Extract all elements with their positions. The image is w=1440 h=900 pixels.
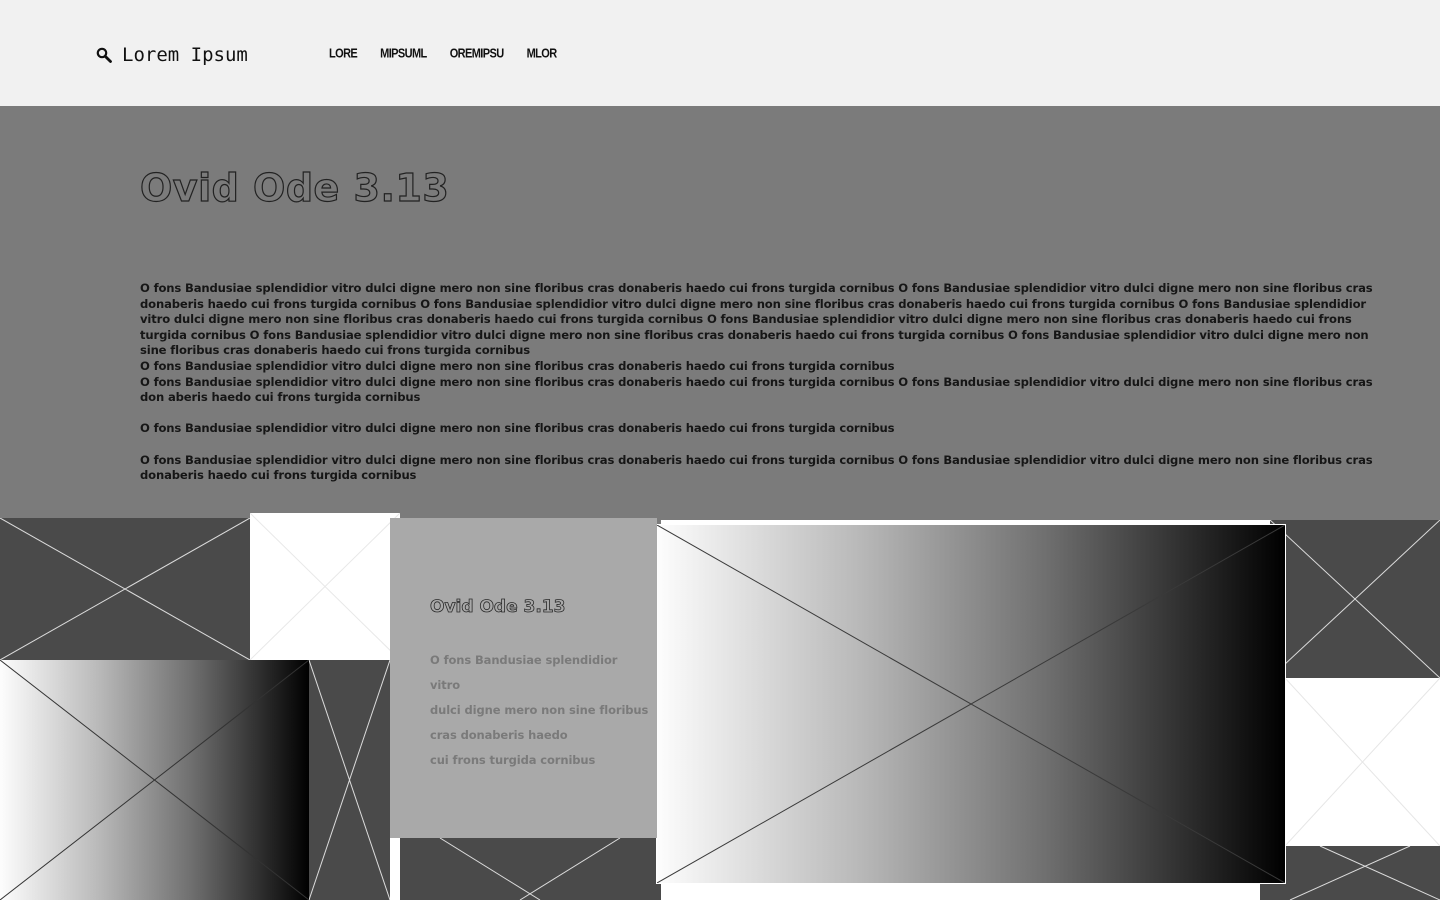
content-card: Ovid Ode 3.13 O fons Bandusiae splendidi… [390,518,657,838]
logo[interactable]: Lorem Ipsum [96,42,248,68]
image-placeholder [1260,846,1440,900]
image-placeholder [0,660,309,900]
divider [390,838,400,900]
nav-item-mipsuml[interactable]: MIPSUML [380,47,427,61]
main-nav: LORE MIPSUML OREMIPSU MLOR [329,47,558,61]
logo-text: Lorem Ipsum [122,44,248,66]
top-header: Lorem Ipsum LORE MIPSUML OREMIPSU MLOR [0,0,1440,106]
hero-paragraph: O fons Bandusiae splendidior vitro dulci… [140,421,895,436]
hero-paragraph: O fons Bandusiae splendidior vitro dulci… [140,281,1373,358]
search-icon [96,47,112,63]
image-placeholder [250,513,400,660]
nav-item-oremipsu[interactable]: OREMIPSU [450,47,504,61]
hero-paragraph: O fons Bandusiae splendidior vitro dulci… [140,452,1373,483]
image-placeholder [1285,678,1440,846]
card-title: Ovid Ode 3.13 [430,597,566,618]
hero-section: Ovid Ode 3.13 O fons Bandusiae splendidi… [0,106,1440,520]
hero-title: Ovid Ode 3.13 [139,165,450,210]
hero-paragraph: O fons Bandusiae splendidior vitro dulci… [140,358,895,373]
card-text: O fons Bandusiae splendidior vitro dulci… [430,653,649,767]
hero-body: O fons Bandusiae splendidior vitro dulci… [140,281,1390,484]
image-placeholder [400,838,661,900]
nav-item-lore[interactable]: LORE [329,47,358,61]
image-placeholder [657,525,1285,883]
image-placeholder [309,660,390,900]
nav-item-mlor[interactable]: MLOR [527,47,558,61]
image-placeholder [1270,520,1440,678]
hero-paragraph: O fons Bandusiae splendidior vitro dulci… [140,374,1373,405]
image-placeholder [0,518,250,660]
